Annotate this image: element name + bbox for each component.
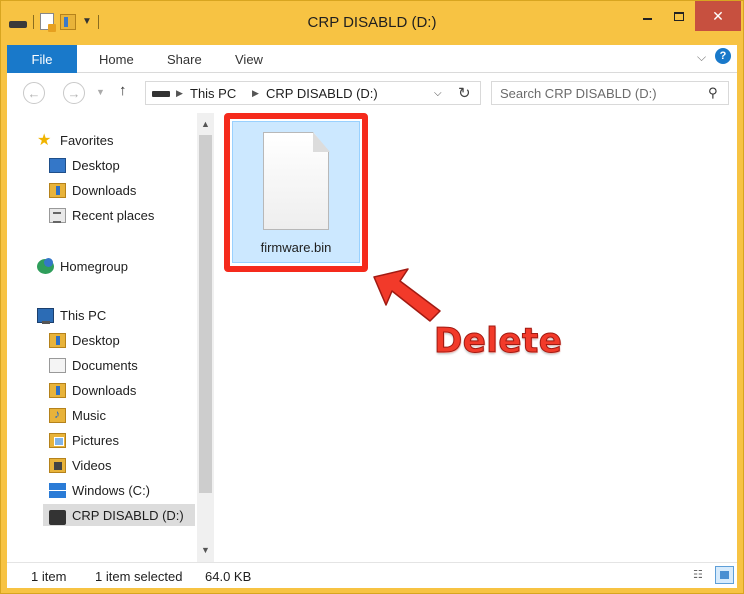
sidebar-item-pictures[interactable]: Pictures [49, 429, 119, 451]
sidebar-item-desktop[interactable]: Desktop [49, 154, 120, 176]
sidebar-item-label: Videos [72, 457, 112, 473]
tab-file[interactable]: File [7, 45, 77, 73]
sidebar-item-downloads[interactable]: Downloads [49, 179, 136, 201]
file-icon-fold [313, 132, 330, 152]
removable-drive-icon [49, 509, 66, 525]
sidebar-item-documents[interactable]: Documents [49, 354, 138, 376]
search-box[interactable]: ⚲ [491, 81, 729, 105]
maximize-button[interactable] [665, 1, 693, 31]
refresh-icon[interactable]: ↻ [458, 84, 471, 102]
sidebar-item-label: This PC [60, 307, 107, 323]
sidebar-item-recent-places[interactable]: Recent places [49, 204, 154, 226]
sidebar-item-label: Favorites [60, 132, 114, 148]
file-name: firmware.bin [260, 240, 332, 255]
documents-icon [49, 357, 66, 373]
up-button[interactable]: ↑ [119, 82, 127, 99]
recent-places-icon [49, 207, 66, 223]
sidebar-item-label: Desktop [72, 157, 120, 173]
tab-share[interactable]: Share [167, 52, 202, 67]
sidebar-item-label: CRP DISABLD (D:) [72, 507, 184, 523]
chevron-right-icon[interactable]: ▶ [176, 88, 183, 99]
selection-count: 1 item selected [95, 569, 183, 584]
close-icon: ✕ [712, 7, 724, 24]
sidebar-item-label: Recent places [72, 207, 155, 223]
tab-home[interactable]: Home [99, 52, 134, 67]
selection-size: 64.0 KB [205, 569, 252, 584]
breadcrumb-this-pc[interactable]: This PC [190, 86, 236, 101]
pictures-folder-icon [49, 432, 66, 448]
close-button[interactable]: ✕ [695, 1, 741, 31]
videos-folder-icon [49, 457, 66, 473]
help-icon[interactable]: ? [715, 48, 731, 64]
downloads-folder-icon [49, 382, 66, 398]
ribbon-tabs: File Home Share View ⌵ ? [7, 45, 737, 73]
back-button[interactable]: ← [23, 82, 45, 104]
arrow-up-icon: ↑ [119, 82, 127, 99]
arrow-right-icon: → [67, 85, 81, 101]
desktop-folder-icon [49, 332, 66, 348]
chevron-right-icon[interactable]: ▶ [252, 88, 259, 99]
address-bar[interactable]: ▶ This PC ▶ CRP DISABLD (D:) ⌵ ↻ [145, 81, 481, 105]
search-icon[interactable]: ⚲ [708, 85, 718, 101]
annotation-arrow [373, 268, 441, 322]
navigation-bar: ← → ▼ ↑ ▶ This PC ▶ CRP DISABLD (D:) ⌵ ↻… [7, 73, 737, 113]
recent-locations-dropdown[interactable]: ▼ [96, 87, 105, 97]
search-input[interactable] [500, 85, 700, 101]
forward-button[interactable]: → [63, 82, 85, 104]
navigation-pane: ★ Favorites Desktop Downloads Recent pla… [7, 113, 214, 562]
minimize-icon [642, 18, 652, 20]
minimize-button[interactable] [633, 1, 661, 31]
sidebar-item-label: Documents [72, 357, 138, 373]
tab-view[interactable]: View [235, 52, 263, 67]
drive-icon [152, 91, 170, 97]
maximize-icon [674, 11, 684, 21]
window-title: CRP DISABLD (D:) [307, 14, 437, 31]
explorer-window: ▼ CRP DISABLD (D:) ✕ File Home Share Vie… [0, 0, 744, 594]
sidebar-item-crp-disabld[interactable]: CRP DISABLD (D:) [43, 504, 195, 526]
sidebar-item-label: Desktop [72, 332, 120, 348]
large-icons-view-icon[interactable] [715, 566, 734, 584]
title-bar: ▼ CRP DISABLD (D:) ✕ [1, 1, 743, 45]
star-icon: ★ [37, 131, 52, 149]
breadcrumb-drive[interactable]: CRP DISABLD (D:) [266, 86, 378, 101]
homegroup-icon [37, 257, 54, 274]
sidebar-item-label: Music [72, 407, 106, 423]
scroll-up-icon[interactable]: ▲ [201, 119, 210, 129]
sidebar-item-label: Homegroup [60, 258, 128, 274]
arrow-left-icon: ← [27, 85, 41, 101]
file-item[interactable]: firmware.bin [232, 121, 360, 263]
sidebar-item-windows-c[interactable]: Windows (C:) [49, 479, 150, 501]
sidebar-item-homegroup[interactable]: Homegroup [37, 255, 128, 277]
details-view-icon[interactable]: ☷ [693, 568, 707, 582]
sidebar-item-pc-desktop[interactable]: Desktop [49, 329, 120, 351]
sidebar-item-music[interactable]: Music [49, 404, 106, 426]
windows-drive-icon [49, 482, 66, 498]
sidebar-item-this-pc[interactable]: This PC [37, 304, 106, 326]
downloads-folder-icon [49, 182, 66, 198]
sidebar-item-label: Pictures [72, 432, 119, 448]
status-bar: 1 item 1 item selected 64.0 KB ☷ [7, 562, 737, 588]
music-folder-icon [49, 407, 66, 423]
item-count: 1 item [31, 569, 67, 584]
sidebar-item-label: Windows (C:) [72, 482, 151, 498]
nav-scrollbar[interactable]: ▲ ▼ [197, 113, 214, 562]
sidebar-item-label: Downloads [72, 182, 137, 198]
sidebar-item-videos[interactable]: Videos [49, 454, 112, 476]
scroll-down-icon[interactable]: ▼ [201, 545, 210, 555]
chevron-down-icon[interactable]: ⌵ [697, 50, 706, 65]
chevron-down-icon[interactable]: ⌵ [434, 88, 442, 99]
sidebar-item-favorites[interactable]: ★ Favorites [37, 129, 113, 151]
scrollbar-thumb[interactable] [199, 135, 212, 493]
file-list: firmware.bin Delete [214, 113, 737, 562]
computer-icon [37, 307, 54, 324]
sidebar-item-pc-downloads[interactable]: Downloads [49, 379, 136, 401]
desktop-icon [49, 157, 66, 173]
annotation-label: Delete [433, 321, 563, 362]
sidebar-item-label: Downloads [72, 382, 137, 398]
